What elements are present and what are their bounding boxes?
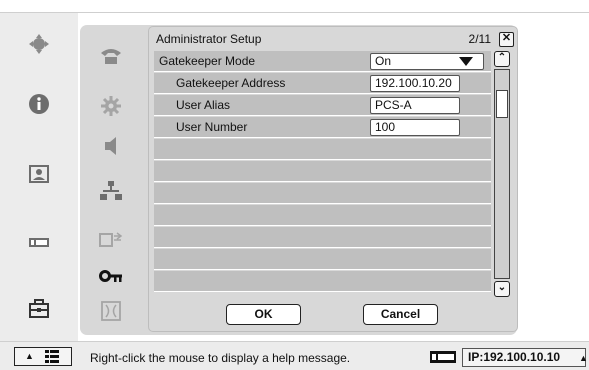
page-counter: 2/11: [468, 32, 491, 46]
home-icon[interactable]: [28, 33, 50, 55]
video-input-icon[interactable]: [28, 231, 50, 253]
empty-row: [154, 249, 491, 270]
ip-address-text: IP:192.100.10.10: [468, 350, 561, 364]
empty-row: [154, 139, 491, 160]
gatekeeper-mode-select[interactable]: On: [370, 53, 484, 70]
up-arrow-icon[interactable]: ▲: [579, 353, 588, 363]
select-value: On: [375, 54, 392, 68]
contacts-icon[interactable]: [28, 163, 50, 185]
menu-list-icon: [45, 350, 59, 363]
network-connection-icon: [430, 351, 456, 363]
user-alias-field[interactable]: PCS-A: [370, 97, 460, 114]
row-user-number: User Number 100: [154, 117, 491, 138]
scroll-track[interactable]: [494, 69, 510, 279]
ok-button[interactable]: OK: [226, 304, 301, 325]
empty-row: [154, 161, 491, 182]
row-label: Gatekeeper Address: [176, 76, 286, 90]
row-gatekeeper-mode: Gatekeeper Mode On: [154, 51, 491, 72]
row-label: User Number: [176, 120, 248, 134]
row-label: User Alias: [176, 98, 231, 112]
user-number-field[interactable]: 100: [370, 119, 460, 136]
scroll-thumb[interactable]: [496, 90, 508, 118]
scrollbar[interactable]: ⌃ ⌄: [494, 51, 510, 298]
display-icon[interactable]: [99, 300, 123, 322]
row-user-alias: User Alias PCS-A: [154, 95, 491, 116]
up-arrow-icon: ▲: [25, 351, 34, 361]
cancel-button[interactable]: Cancel: [363, 304, 438, 325]
gatekeeper-address-field[interactable]: 192.100.10.20: [370, 75, 460, 92]
help-message: Right-click the mouse to display a help …: [90, 351, 351, 365]
rail-toggle-button[interactable]: ▲: [14, 347, 72, 366]
empty-row: [154, 227, 491, 248]
empty-row: [154, 183, 491, 204]
info-icon[interactable]: [28, 93, 50, 115]
ip-address-display: IP:192.100.10.10: [462, 348, 586, 367]
empty-row: [154, 205, 491, 226]
camera-audio-icon[interactable]: [99, 230, 123, 252]
key-icon[interactable]: [99, 265, 123, 287]
main-area: Administrator Setup 2/11 ✕ Gatekeeper Mo…: [78, 12, 589, 341]
status-bar: ▲ Right-click the mouse to display a hel…: [0, 341, 589, 370]
close-button[interactable]: ✕: [499, 32, 514, 47]
row-label: Gatekeeper Mode: [159, 54, 256, 68]
scroll-up-button[interactable]: ⌃: [494, 51, 510, 67]
administrator-setup-dialog: Administrator Setup 2/11 ✕ Gatekeeper Mo…: [148, 26, 518, 332]
empty-row: [154, 271, 491, 292]
dropdown-arrow-icon: [459, 57, 473, 66]
left-navigation-rail: [0, 12, 78, 341]
row-gatekeeper-address: Gatekeeper Address 192.100.10.20: [154, 73, 491, 94]
speaker-icon[interactable]: [99, 135, 123, 157]
dialog-title: Administrator Setup: [156, 32, 262, 46]
gear-icon[interactable]: [99, 95, 123, 117]
dialog-header: Administrator Setup 2/11 ✕: [149, 29, 519, 49]
network-icon[interactable]: [99, 180, 123, 202]
phone-icon[interactable]: [99, 45, 123, 67]
scroll-down-button[interactable]: ⌄: [494, 281, 510, 297]
setup-category-rail: [80, 25, 146, 338]
toolbox-icon[interactable]: [28, 298, 50, 320]
